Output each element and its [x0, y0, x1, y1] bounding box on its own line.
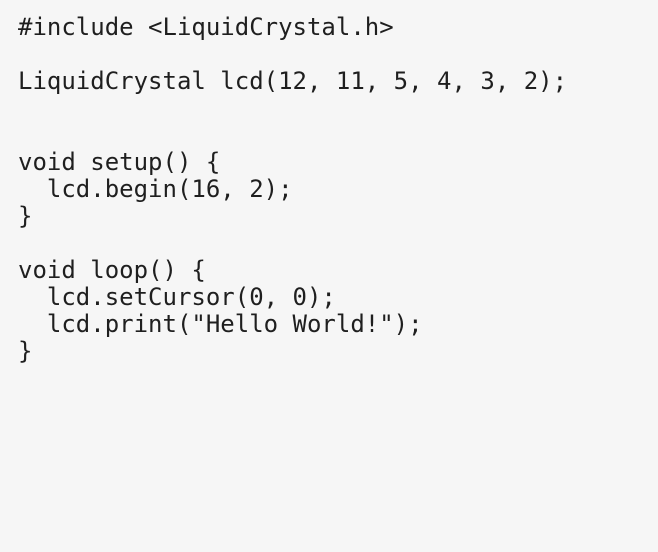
lcd-set-cursor-line: lcd.setCursor(0, 0); — [18, 283, 336, 311]
include-directive-line: #include <LiquidCrystal.h> — [18, 13, 394, 41]
setup-function-close-line: } — [18, 202, 33, 230]
lcd-print-line: lcd.print("Hello World!"); — [18, 310, 423, 338]
loop-function-header-line: void loop() { — [18, 256, 206, 284]
lcd-begin-line: lcd.begin(16, 2); — [18, 175, 293, 203]
setup-function-header-line: void setup() { — [18, 148, 221, 176]
code-panel: #include <LiquidCrystal.h> LiquidCrystal… — [0, 0, 658, 552]
loop-function-close-line: } — [18, 337, 33, 365]
lcd-declaration-line: LiquidCrystal lcd(12, 11, 5, 4, 3, 2); — [18, 67, 568, 95]
